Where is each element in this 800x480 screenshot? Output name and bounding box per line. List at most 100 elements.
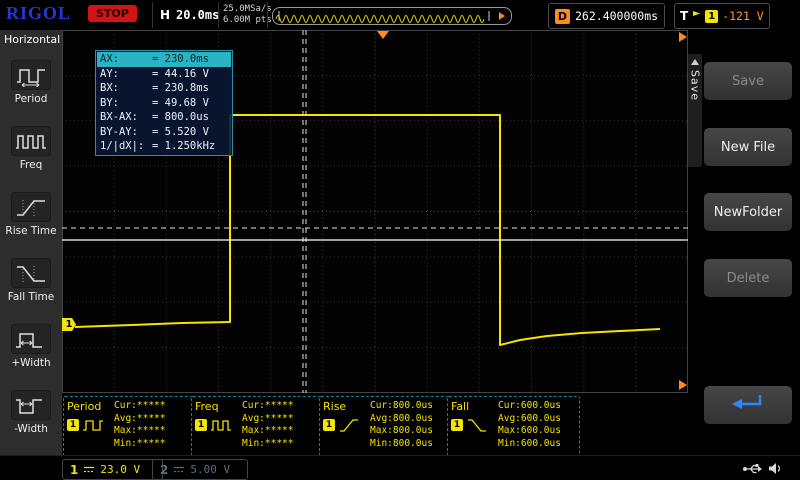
cursor-readout-panel: AX: = 230.0ms AY: = 44.16 V BX: = 230.8ms B…	[95, 50, 233, 156]
measurement-name: Period	[67, 400, 102, 413]
trigger-source-badge: 1	[705, 9, 719, 23]
new-folder-button[interactable]: NewFolder	[704, 193, 792, 231]
measurement-cur: Cur:*****	[242, 400, 294, 411]
period-meas-icon	[83, 420, 103, 431]
measurement-avg: Avg:*****	[242, 412, 294, 424]
rigol-logo: RIGOL	[6, 3, 72, 23]
ch2-scale: 5.00 V	[190, 463, 231, 476]
measurement-freq[interactable]: Freq 1 Cur:***** Avg:***** Max:***** Min…	[191, 396, 324, 460]
save-menu: Save Save New File NewFolder Delete	[688, 30, 800, 455]
delay-readout: D 262.400000ms	[548, 3, 666, 29]
trigger-label: T	[680, 9, 689, 23]
measurement-avg: Avg:*****	[114, 412, 166, 424]
trigger-level: -121 V	[722, 9, 764, 23]
sidebar-title: Horizontal	[4, 33, 61, 46]
scope-display[interactable]: 1 AX: = 230.0ms AY: = 44.16 V BX: = 230.8ms…	[61, 29, 689, 394]
divider	[267, 2, 268, 28]
sidebar-item-fall-time[interactable]: Fall Time	[0, 247, 62, 313]
measurement-max: Max:*****	[242, 425, 294, 436]
memory-position-bar[interactable]	[272, 7, 512, 25]
measurement-max: Max:*****	[114, 425, 166, 436]
new-file-button[interactable]: New File	[704, 128, 792, 166]
sidebar-item-label: Period	[14, 92, 48, 105]
channel-badge: 1	[451, 419, 463, 431]
measurement-name: Freq	[195, 400, 219, 413]
measurement-avg: Avg:600.0us	[498, 412, 561, 424]
fall-time-icon	[11, 257, 51, 288]
sidebar-item-rise-time[interactable]: Rise Time	[0, 181, 62, 247]
return-arrow-icon	[732, 395, 762, 409]
measurement-cur: Cur:800.0us	[370, 400, 433, 411]
sidebar-item-pos-width[interactable]: +Width	[0, 313, 62, 379]
menu-up-arrow-icon	[691, 59, 699, 65]
measurement-min: Min:*****	[114, 437, 166, 449]
menu-tab-title: Save	[688, 70, 702, 102]
sidebar-item-label: +Width	[11, 356, 51, 369]
timebase-value: 20.0ms	[176, 8, 220, 22]
trigger-readout: T 1 -121 V	[674, 3, 770, 29]
rise-meas-icon	[340, 419, 358, 432]
oscilloscope-screen: RIGOL STOP H 20.0ms 25.0MSa/s 6.00M pts …	[0, 0, 800, 480]
freq-meas-icon	[211, 420, 231, 431]
ch2-status[interactable]: 2 5.00 V	[152, 459, 248, 480]
run-state-badge[interactable]: STOP	[88, 5, 137, 22]
measurement-bar: Period 1 Cur:***** Avg:***** Max:***** M…	[62, 393, 688, 460]
measurement-min: Min:800.0us	[370, 437, 433, 449]
period-icon	[11, 59, 51, 90]
trigger-level-marker	[679, 380, 687, 390]
ch2-label: 2	[160, 462, 169, 477]
pos-width-icon	[11, 323, 51, 354]
save-button[interactable]: Save	[704, 62, 792, 100]
channel-badge: 1	[323, 419, 335, 431]
ch1-label: 1	[70, 462, 79, 477]
cursor-row-inv-dx: 1/|dX|: = 1.250kHz	[100, 140, 216, 152]
measurement-name: Fall	[451, 400, 470, 413]
ch1-coupling-icon	[84, 466, 95, 473]
horizontal-label: H	[160, 8, 171, 22]
measurement-avg: Avg:800.0us	[370, 412, 433, 424]
cursor-row-ay: AY: = 44.16 V	[100, 67, 209, 80]
channel-badge: 1	[67, 419, 79, 431]
delay-badge: D	[555, 8, 570, 24]
cursor-row-ax: AX: = 230.0ms	[97, 52, 231, 67]
rise-time-icon	[11, 191, 51, 222]
divider	[218, 2, 219, 28]
cursor-row-dx: BX-AX: = 800.0us	[100, 111, 209, 123]
confirm-button[interactable]	[704, 386, 792, 424]
measurement-min: Min:600.0us	[498, 437, 561, 449]
cursor-row-dy: BY-AY: = 5.520 V	[100, 125, 209, 138]
freq-icon	[11, 125, 51, 156]
trigger-flag-icon	[693, 11, 701, 21]
sidebar-item-label: Fall Time	[7, 290, 55, 303]
sound-icon[interactable]	[768, 462, 782, 475]
neg-width-icon	[11, 389, 51, 420]
measurement-cur: Cur:600.0us	[498, 400, 561, 411]
menu-tab-save: Save	[688, 54, 702, 167]
channel-badge: 1	[195, 419, 207, 431]
sidebar-item-freq[interactable]: Freq	[0, 115, 62, 181]
fall-meas-icon	[468, 419, 486, 432]
cursor-row-bx: BX: = 230.8ms	[100, 82, 209, 94]
sidebar-item-label: Freq	[19, 158, 43, 171]
memory-waveform-icon	[275, 11, 505, 23]
divider	[152, 2, 153, 28]
sidebar-item-period[interactable]: Period	[0, 49, 62, 115]
ch2-coupling-icon	[174, 466, 185, 473]
measurement-fall[interactable]: Fall 1 Cur:600.0us Avg:600.0us Max:600.0…	[447, 396, 580, 460]
top-bar: RIGOL STOP H 20.0ms 25.0MSa/s 6.00M pts …	[0, 0, 800, 30]
measurement-period[interactable]: Period 1 Cur:***** Avg:***** Max:***** M…	[63, 396, 196, 460]
delay-value: 262.400000ms	[575, 9, 659, 23]
usb-icon	[743, 464, 762, 474]
measurement-cur: Cur:*****	[114, 400, 166, 411]
channel-status-bar: 1 23.0 V 2 5.00 V	[0, 455, 800, 480]
memory-depth: 6.00M pts	[223, 15, 272, 25]
sidebar-item-neg-width[interactable]: -Width	[0, 379, 62, 445]
sample-rate: 25.0MSa/s	[223, 4, 272, 14]
delete-button[interactable]: Delete	[704, 259, 792, 297]
sidebar-item-label: -Width	[14, 422, 48, 435]
measure-sidebar: Horizontal Period Freq Rise Time Fall Ti…	[0, 30, 62, 455]
measurement-min: Min:*****	[242, 437, 294, 449]
sidebar-item-label: Rise Time	[5, 224, 57, 237]
measurement-rise[interactable]: Rise 1 Cur:800.0us Avg:800.0us Max:800.0…	[319, 396, 452, 460]
ch1-status[interactable]: 1 23.0 V	[62, 459, 163, 480]
